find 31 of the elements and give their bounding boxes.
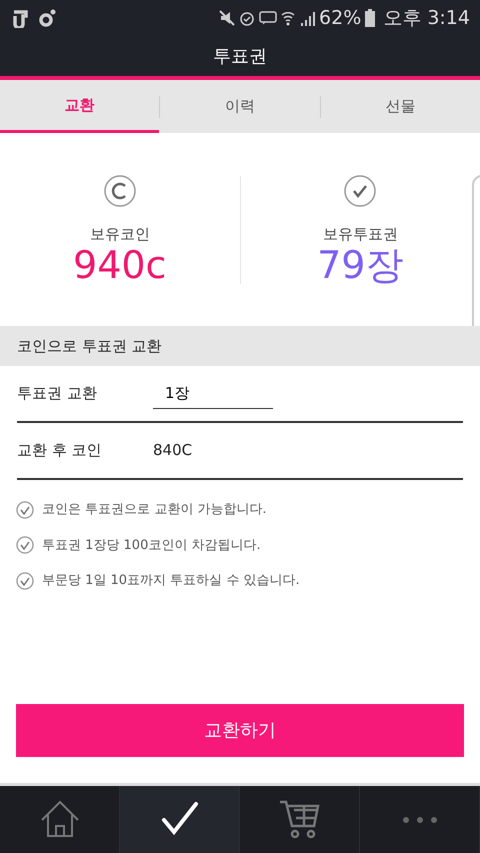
- check-circle-icon: [16, 500, 34, 519]
- clock: 오후 3:14: [383, 6, 470, 31]
- more-icon: [402, 817, 438, 824]
- field-value: 840C: [153, 440, 192, 462]
- wifi-icon: [281, 10, 296, 26]
- notice-text: 투표권 1장당 100코인이 차감됩니다.: [42, 536, 261, 554]
- stat-label: 보유코인: [90, 224, 150, 246]
- tab[interactable]: 선물: [320, 80, 480, 133]
- check-circle-icon: [16, 572, 34, 590]
- signal-icon: [299, 10, 316, 26]
- tab[interactable]: 교환: [0, 80, 160, 133]
- check-circle-icon: [344, 175, 376, 208]
- field-label: 교환 후 코인: [17, 440, 103, 462]
- coin-icon: [104, 175, 136, 208]
- notification-icon: [38, 9, 56, 27]
- page-title: 투표권: [213, 44, 267, 68]
- check-circle-icon: [16, 536, 34, 554]
- nav-tab[interactable]: [120, 786, 240, 853]
- exchange-button[interactable]: 교환하기: [16, 704, 464, 756]
- notice-text: 코인은 투표권으로 교환이 가능합니다.: [42, 501, 267, 519]
- alarm-icon: [239, 10, 256, 26]
- mute-icon: [219, 10, 236, 26]
- stat-value: 940c: [73, 246, 166, 284]
- battery-percent: 62%: [319, 6, 362, 31]
- stat-label: 보유투표권: [322, 224, 398, 246]
- field-label: 투표권 교환: [17, 383, 98, 404]
- section-title: 코인으로 투표권 교환: [17, 336, 162, 357]
- battery-icon: [365, 9, 376, 27]
- tab[interactable]: 이력: [160, 80, 320, 133]
- stat-value: 79장: [317, 246, 404, 284]
- notice-text: 부문당 1일 10표까지 투표하실 수 있습니다.: [42, 572, 300, 590]
